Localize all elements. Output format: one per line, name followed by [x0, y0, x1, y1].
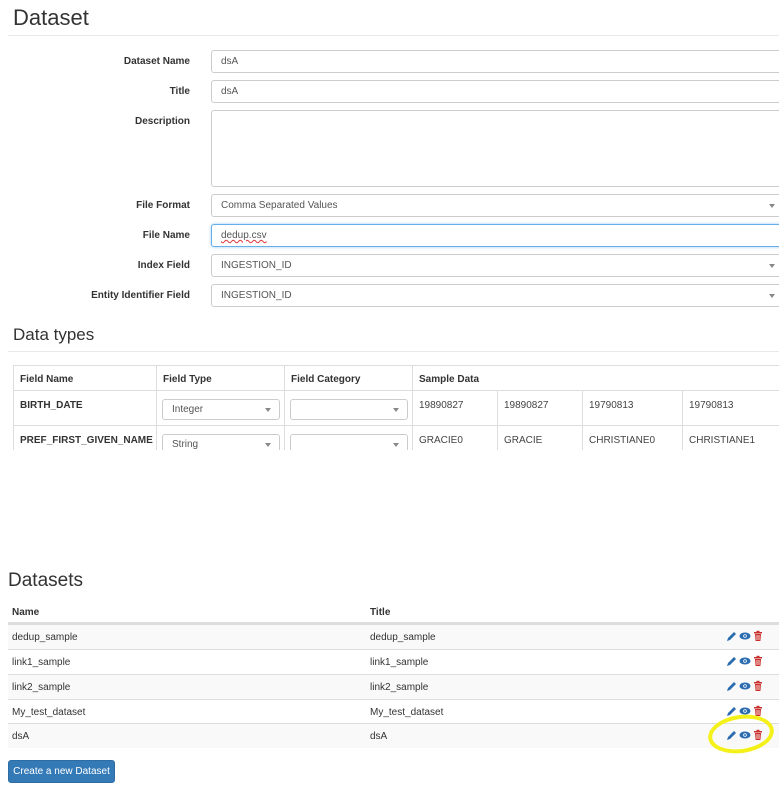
- sample-cell: CHRISTIANE1: [683, 426, 779, 450]
- row-actions: [726, 680, 766, 694]
- datasets-heading: Datasets: [8, 570, 83, 591]
- eye-icon[interactable]: [739, 630, 751, 642]
- dataset-title-cell: link1_sample: [370, 657, 429, 668]
- dataset-name-input[interactable]: dsA: [211, 50, 779, 73]
- chevron-down-icon: [769, 264, 775, 268]
- create-dataset-button[interactable]: Create a new Dataset: [8, 760, 115, 783]
- column-header-field-type: Field Type: [157, 366, 285, 391]
- trash-icon[interactable]: [752, 680, 764, 692]
- trash-icon[interactable]: [752, 655, 764, 667]
- index-field-select[interactable]: INGESTION_ID: [211, 254, 779, 277]
- entity-identifier-label: Entity Identifier Field: [91, 290, 190, 301]
- trash-icon[interactable]: [752, 630, 764, 642]
- field-type-cell: String: [157, 426, 285, 450]
- sample-cell: CHRISTIANE0: [583, 426, 683, 450]
- eye-icon[interactable]: [739, 680, 751, 692]
- file-name-value: dedup.csv: [221, 230, 267, 241]
- dataset-name-value: dsA: [221, 56, 239, 67]
- column-header-sample-data: Sample Data: [413, 366, 779, 391]
- entity-identifier-value: INGESTION_ID: [221, 290, 292, 301]
- title-label: Title: [169, 86, 190, 97]
- pencil-icon[interactable]: [726, 630, 738, 642]
- divider: [8, 351, 779, 352]
- dataset-title-cell: dedup_sample: [370, 632, 436, 643]
- field-category-cell: [285, 426, 413, 450]
- chevron-down-icon: [265, 408, 271, 412]
- row-actions: [726, 655, 766, 669]
- dataset-name-cell: dsA: [12, 731, 30, 742]
- field-type-select[interactable]: Integer: [162, 399, 280, 420]
- dataset-name-cell: link1_sample: [12, 657, 71, 668]
- table-row: link1_sample link1_sample: [8, 649, 779, 674]
- dataset-name-cell: My_test_dataset: [12, 707, 86, 718]
- dataset-name-label: Dataset Name: [123, 56, 190, 67]
- entity-identifier-select[interactable]: INGESTION_ID: [211, 284, 779, 307]
- column-header-name: Name: [12, 607, 40, 618]
- description-textarea[interactable]: [211, 110, 779, 187]
- dataset-name-cell: dedup_sample: [12, 632, 78, 643]
- column-header-field-category: Field Category: [285, 366, 413, 391]
- sample-cell: GRACIE0: [413, 426, 498, 450]
- description-label: Description: [134, 116, 190, 127]
- file-format-value: Comma Separated Values: [221, 200, 338, 211]
- title-value: dsA: [221, 86, 239, 97]
- field-type-select[interactable]: String: [162, 434, 280, 450]
- field-category-cell: [285, 391, 413, 426]
- divider: [8, 35, 779, 36]
- sample-cell: GRACIE: [498, 426, 583, 450]
- pencil-icon[interactable]: [726, 680, 738, 692]
- file-format-select[interactable]: Comma Separated Values: [211, 194, 779, 217]
- file-name-label: File Name: [142, 230, 190, 241]
- table-row: My_test_dataset My_test_dataset: [8, 699, 779, 724]
- column-header-field-name: Field Name: [14, 366, 157, 391]
- chevron-down-icon: [393, 408, 399, 412]
- field-category-select[interactable]: [290, 434, 408, 450]
- sample-cell: 19890827: [498, 391, 583, 426]
- data-types-table: Field Name Field Type Field Category Sam…: [13, 365, 779, 450]
- field-type-value: Integer: [172, 404, 204, 415]
- title-input[interactable]: dsA: [211, 80, 779, 103]
- chevron-down-icon: [265, 443, 271, 447]
- dataset-title-cell: My_test_dataset: [370, 707, 444, 718]
- index-field-value: INGESTION_ID: [221, 260, 292, 271]
- index-field-label: Index Field: [137, 260, 190, 271]
- page-title: Dataset: [13, 5, 89, 30]
- chevron-down-icon: [393, 443, 399, 447]
- sample-cell: 19890827: [413, 391, 498, 426]
- field-type-value: String: [172, 439, 199, 450]
- field-name-cell: PREF_FIRST_GIVEN_NAME: [14, 426, 157, 450]
- table-header-row: Name Title: [8, 600, 779, 624]
- table-row: link2_sample link2_sample: [8, 674, 779, 699]
- file-format-label: File Format: [136, 200, 190, 211]
- table-row: dsA dsA: [8, 723, 779, 748]
- field-name-cell: BIRTH_DATE: [14, 391, 157, 426]
- dataset-title-cell: link2_sample: [370, 682, 429, 693]
- data-types-heading: Data types: [13, 325, 95, 344]
- row-actions: [726, 630, 766, 644]
- dataset-title-cell: dsA: [370, 731, 388, 742]
- chevron-down-icon: [769, 204, 775, 208]
- field-category-select[interactable]: [290, 399, 408, 420]
- file-name-input[interactable]: dedup.csv: [211, 224, 779, 247]
- field-type-cell: Integer: [157, 391, 285, 426]
- dataset-name-cell: link2_sample: [12, 682, 71, 693]
- chevron-down-icon: [769, 294, 775, 298]
- sample-cell: 19790813: [683, 391, 779, 426]
- eye-icon[interactable]: [739, 655, 751, 667]
- column-header-title: Title: [370, 607, 391, 618]
- pencil-icon[interactable]: [726, 655, 738, 667]
- table-row: dedup_sample dedup_sample: [8, 624, 779, 649]
- sample-cell: 19790813: [583, 391, 683, 426]
